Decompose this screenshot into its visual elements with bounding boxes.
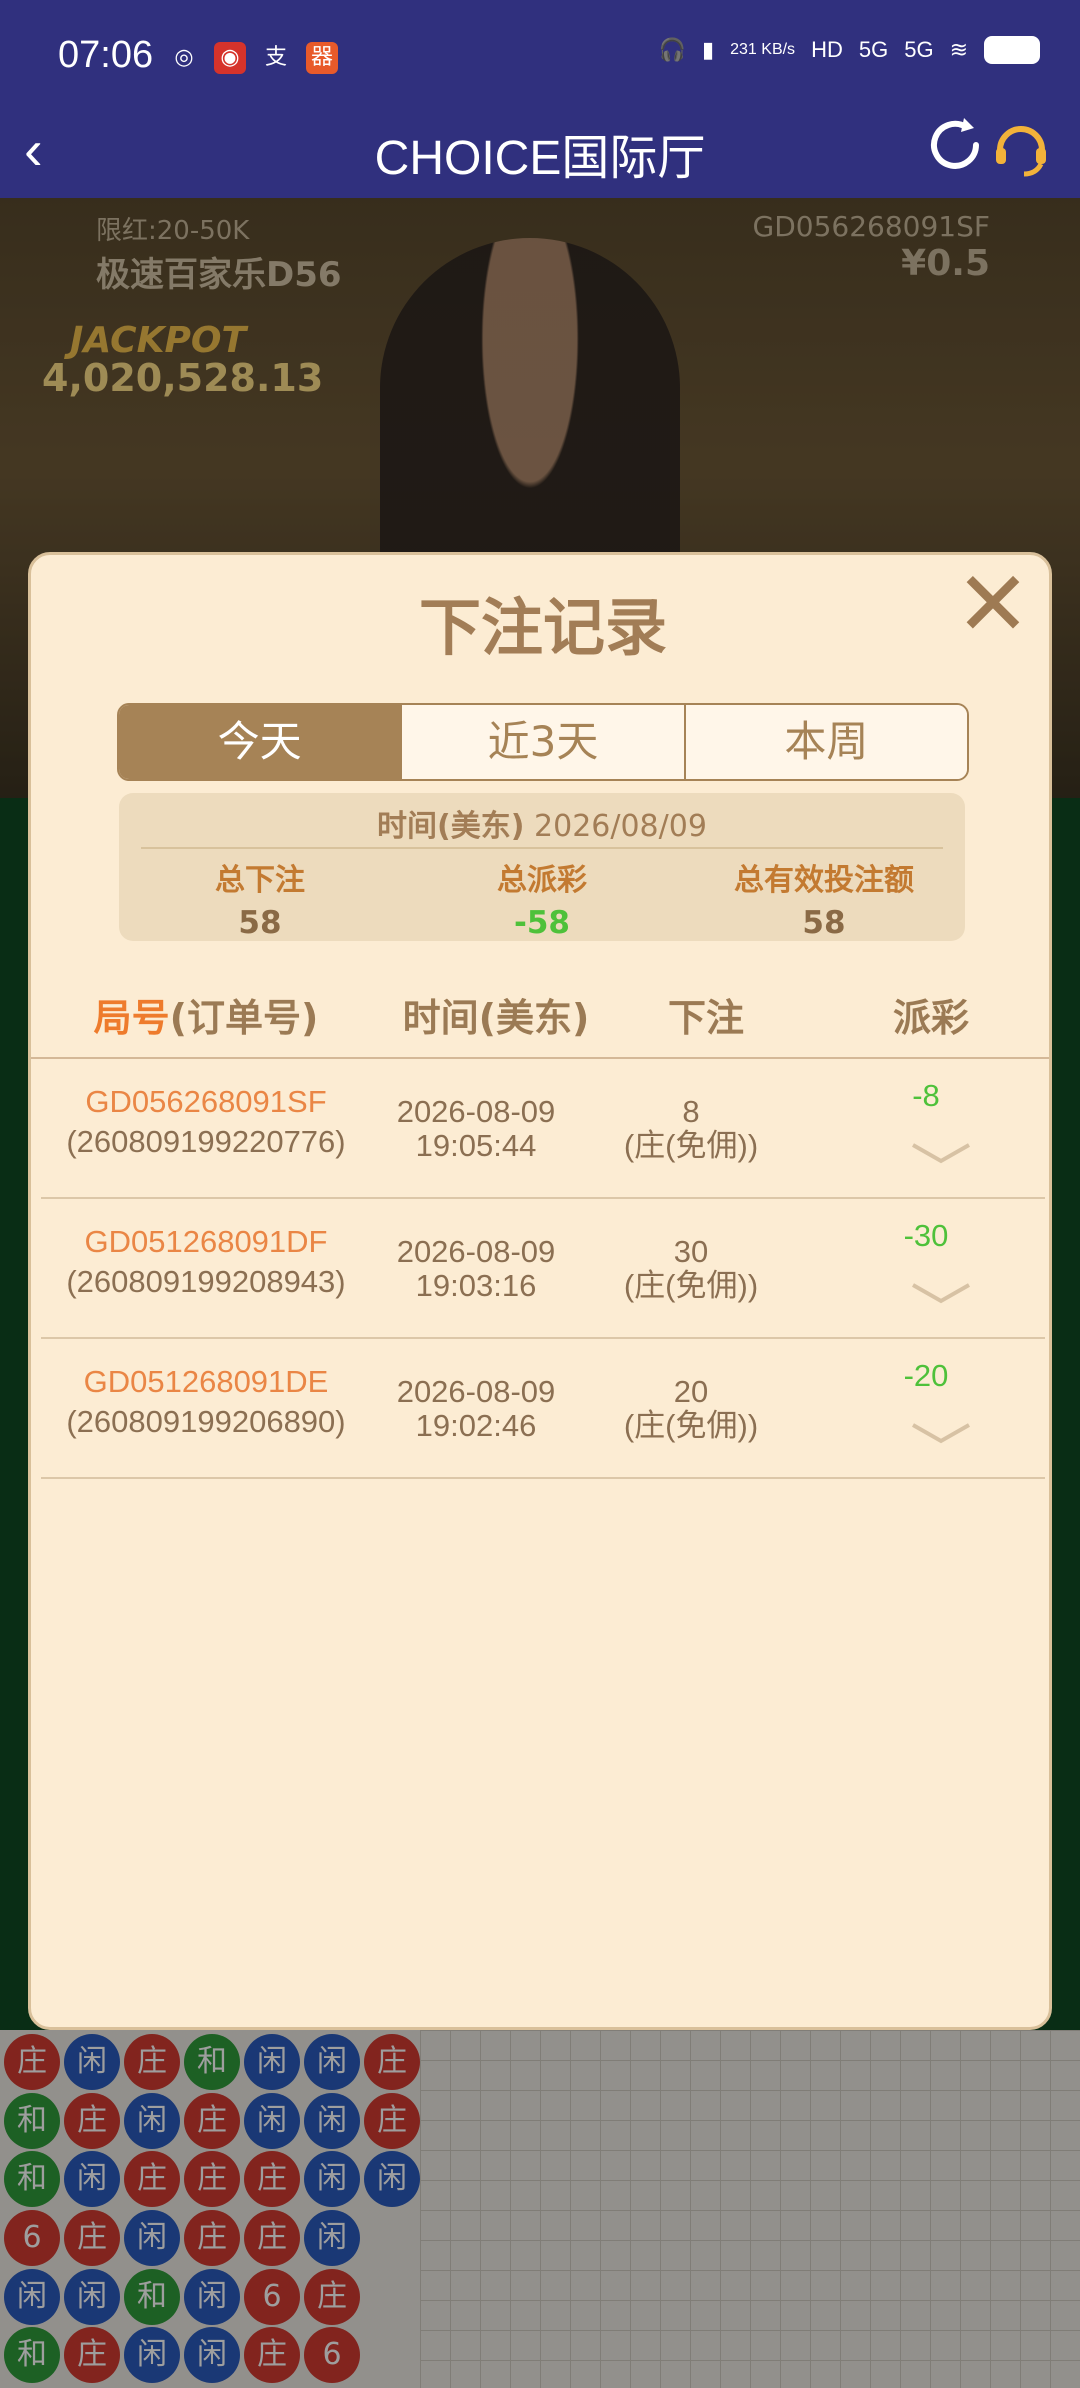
table-row[interactable]: GD056268091SF (260809199220776) 2026-08-…: [41, 1059, 1045, 1199]
round-cell: GD051268091DE (260809199206890): [41, 1365, 371, 1439]
time-cell: 2026-08-09 19:05:44: [371, 1095, 581, 1163]
bet-amount: 8: [682, 1094, 700, 1129]
chevron-down-icon[interactable]: [911, 1281, 971, 1305]
signal-1: 5G: [858, 37, 889, 62]
order-number: (260809199220776): [66, 1124, 346, 1159]
status-right-icons: 🎧 ▮ 231 KB/s HD 5G 5G ≋: [659, 36, 1040, 64]
app-header: ‹ CHOICE国际厅: [0, 110, 1080, 198]
refresh-icon[interactable]: [920, 110, 990, 180]
total-payout-label: 总派彩: [497, 863, 587, 898]
payout-cell: -20: [903, 1358, 949, 1393]
bet-date: 2026-08-09: [396, 1374, 556, 1409]
bet-time: 19:03:16: [415, 1268, 537, 1303]
alipay-notification-icon: 支: [264, 45, 287, 70]
total-valid-label: 总有效投注额: [734, 863, 914, 898]
bet-time: 19:05:44: [415, 1128, 537, 1163]
summary-time-label: 时间(美东): [377, 809, 525, 844]
close-icon[interactable]: ✕: [953, 560, 1033, 650]
summary-date-value: 2026/08/09: [534, 809, 707, 844]
vibrate-icon: ▮: [702, 37, 715, 62]
total-bet-value: 58: [238, 905, 282, 941]
chevron-down-icon[interactable]: [911, 1421, 971, 1445]
customer-service-icon[interactable]: [986, 112, 1056, 182]
table-row[interactable]: GD051268091DF (260809199208943) 2026-08-…: [41, 1199, 1045, 1339]
shop-notification-icon: 器: [306, 42, 338, 74]
bet-cell: 20 (庄(免佣)): [601, 1375, 781, 1443]
notification-icons: ◎ ◉ 支 器: [168, 42, 338, 74]
net-speed: 231 KB/s: [730, 41, 796, 58]
bet-type: (庄(免佣)): [623, 1268, 759, 1303]
time-cell: 2026-08-09 19:03:16: [371, 1235, 581, 1303]
battery-icon: [984, 36, 1040, 64]
status-time: 07:06: [58, 34, 154, 76]
column-round-accent: 局号: [93, 996, 170, 1040]
payout-cell: -30: [903, 1218, 949, 1253]
total-bet-label: 总下注: [215, 863, 305, 898]
summary-divider: [141, 847, 943, 849]
status-bar: 07:06 ◎ ◉ 支 器 🎧 ▮ 231 KB/s HD 5G 5G ≋: [0, 0, 1080, 110]
summary-total-valid: 总有效投注额 58: [683, 855, 965, 941]
bet-history-modal: 下注记录 ✕ 今天 近3天 本周 时间(美东) 2026/08/09 总下注 5…: [28, 552, 1052, 2030]
summary-total-payout: 总派彩 -58: [401, 855, 683, 941]
tab-today[interactable]: 今天: [119, 705, 401, 779]
bet-cell: 8 (庄(免佣)): [601, 1095, 781, 1163]
bet-amount: 20: [673, 1374, 709, 1409]
bet-time: 19:02:46: [415, 1408, 537, 1443]
tab-this-week[interactable]: 本周: [683, 705, 967, 779]
table-row[interactable]: GD051268091DE (260809199206890) 2026-08-…: [41, 1339, 1045, 1479]
record-list-header: 局号(订单号) 时间(美东) 下注 派彩: [31, 987, 1049, 1051]
date-range-tabs: 今天 近3天 本周: [117, 703, 969, 781]
bet-date: 2026-08-09: [396, 1234, 556, 1269]
bet-cell: 30 (庄(免佣)): [601, 1235, 781, 1303]
app-notification-icon: ◎: [174, 45, 194, 70]
total-valid-value: 58: [802, 905, 846, 941]
wifi-icon: ≋: [949, 37, 968, 62]
order-number: (260809199206890): [66, 1404, 346, 1439]
summary-panel: 时间(美东) 2026/08/09 总下注 58 总派彩 -58 总有效投注额 …: [119, 793, 965, 941]
modal-title: 下注记录: [418, 591, 667, 664]
bet-date: 2026-08-09: [396, 1094, 556, 1129]
column-round-rest: (订单号): [169, 996, 319, 1040]
payout-cell: -8: [912, 1078, 940, 1113]
round-code: GD051268091DE: [83, 1364, 329, 1399]
round-code: GD056268091SF: [85, 1084, 327, 1119]
total-payout-value: -58: [513, 905, 570, 941]
summary-total-bet: 总下注 58: [119, 855, 401, 941]
column-payout: 派彩: [892, 996, 969, 1040]
summary-date: 时间(美东) 2026/08/09: [119, 801, 965, 845]
bet-type: (庄(免佣)): [623, 1408, 759, 1443]
round-cell: GD051268091DF (260809199208943): [41, 1225, 371, 1299]
column-bet: 下注: [667, 996, 744, 1040]
column-round: 局号(订单号): [51, 987, 361, 1042]
column-time: 时间(美东): [402, 996, 590, 1040]
chevron-down-icon[interactable]: [911, 1141, 971, 1165]
hd-icon: HD: [811, 37, 843, 62]
page-title: CHOICE国际厅: [374, 132, 706, 185]
bank-notification-icon: ◉: [214, 42, 246, 74]
signal-2: 5G: [904, 37, 934, 62]
headphone-icon: 🎧: [658, 37, 687, 62]
order-number: (260809199208943): [66, 1264, 346, 1299]
time-cell: 2026-08-09 19:02:46: [371, 1375, 581, 1443]
round-code: GD051268091DF: [84, 1224, 328, 1259]
bet-type: (庄(免佣)): [623, 1128, 759, 1163]
tab-last-3-days[interactable]: 近3天: [400, 705, 684, 779]
round-cell: GD056268091SF (260809199220776): [41, 1085, 371, 1159]
bet-amount: 30: [673, 1234, 709, 1269]
